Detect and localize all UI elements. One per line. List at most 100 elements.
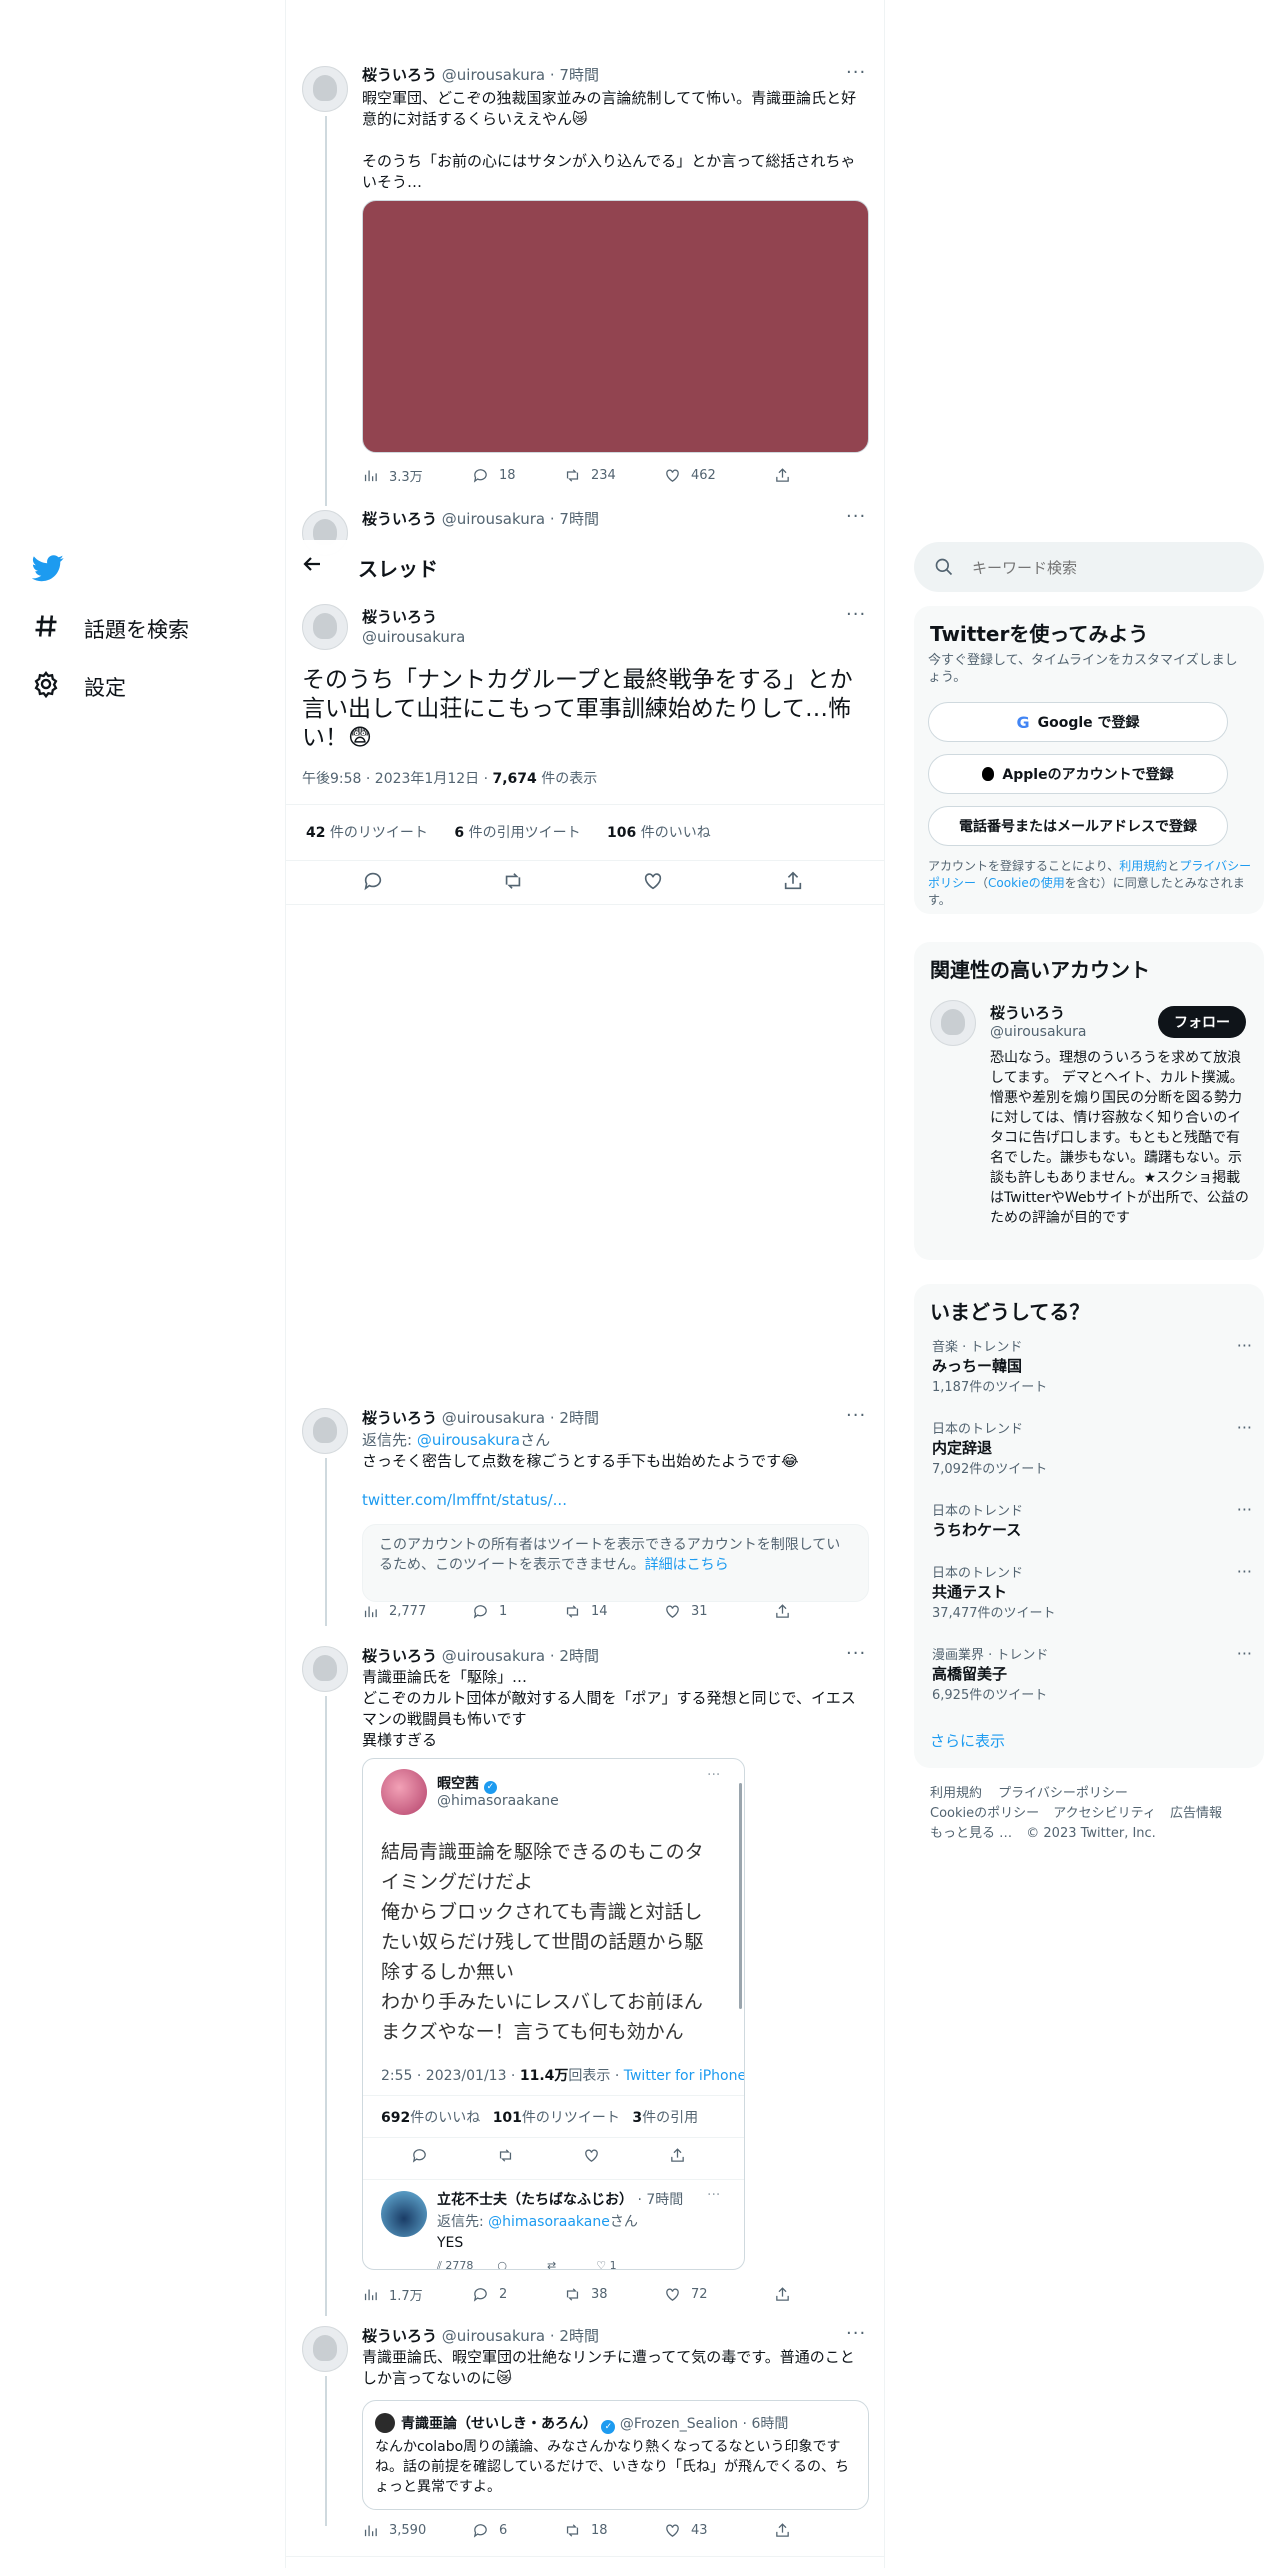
author-handle[interactable]: @uirousakura [442, 1647, 545, 1665]
tweet-link[interactable]: twitter.com/lmffnt/status/... [362, 1491, 567, 1509]
more-icon[interactable]: ··· [846, 2323, 866, 2344]
notice-link[interactable]: 詳細はこちら [645, 1557, 729, 1573]
author-name[interactable]: 桜ういろう [362, 2327, 437, 2345]
show-more-link[interactable]: さらに表示 [930, 1730, 1005, 1751]
twitter-logo-icon[interactable] [31, 552, 64, 584]
tweet-text: 暇空軍団、どこぞの独裁国家並みの言論統制してて怖い。青識亜論氏と好意的に対話する… [362, 89, 857, 191]
share-button[interactable] [782, 870, 804, 892]
reply-to-link[interactable]: @uirousakura [417, 1431, 520, 1449]
search-box[interactable] [914, 542, 1264, 592]
back-arrow-icon[interactable] [300, 552, 324, 576]
like-button[interactable]: 43 [664, 2522, 774, 2539]
apple-signup-button[interactable]: Appleのアカウントで登録 [928, 754, 1228, 794]
terms-link[interactable]: 利用規約 [1119, 859, 1167, 873]
avatar[interactable] [302, 66, 348, 112]
like-button[interactable]: 72 [664, 2285, 774, 2304]
avatar[interactable] [302, 604, 348, 650]
footer-more[interactable]: もっと見る … [930, 1826, 1012, 1841]
like-button[interactable] [642, 870, 782, 892]
more-icon[interactable]: ··· [1237, 1644, 1252, 1663]
reply-button[interactable] [362, 870, 502, 892]
embed-actions [411, 2147, 731, 2164]
more-icon[interactable]: ··· [846, 604, 866, 625]
nav-explore[interactable]: 話題を検索 [32, 612, 189, 645]
trend-item[interactable]: 日本のトレンド 共通テスト 37,477件のツイート ··· [932, 1562, 1252, 1621]
retweet-button[interactable] [502, 870, 642, 892]
avatar[interactable] [302, 1646, 348, 1692]
more-icon[interactable]: ··· [846, 1405, 866, 1426]
like-button[interactable]: 31 [664, 1603, 774, 1620]
retweet-button[interactable]: 18 [564, 2522, 664, 2539]
embedded-tweet[interactable]: 暇空茜 ✓ @himasoraakane ··· 結局青識亜論を駆除できるのもこ… [362, 1758, 745, 2270]
author-handle[interactable]: @uirousakura [442, 1409, 545, 1427]
more-icon[interactable]: ··· [1237, 1418, 1252, 1437]
search-input[interactable] [970, 554, 1244, 582]
related-handle[interactable]: @uirousakura [990, 1024, 1086, 1040]
trend-item[interactable]: 音楽 · トレンド みっちー韓国 1,187件のツイート ··· [932, 1336, 1252, 1395]
author-handle[interactable]: @uirousakura [442, 510, 545, 528]
footer-privacy[interactable]: プライバシーポリシー [998, 1786, 1128, 1801]
timestamp-text[interactable]: 午後9:58 · 2023年1月12日 · [302, 771, 493, 787]
retweet-button[interactable]: 38 [564, 2285, 664, 2304]
trend-item[interactable]: 日本のトレンド うちわケース ··· [932, 1500, 1252, 1540]
author-handle[interactable]: @uirousakura [442, 2327, 545, 2345]
views-button[interactable]: 3,590 [362, 2522, 472, 2539]
author-name[interactable]: 桜ういろう [362, 1647, 437, 1665]
more-icon[interactable]: ··· [1237, 1336, 1252, 1355]
tweet-time[interactable]: · 2時間 [550, 1647, 599, 1665]
likes-stat[interactable]: 106 件のいいね [607, 825, 711, 841]
more-icon[interactable]: ··· [846, 506, 866, 527]
tweet-time[interactable]: · 2時間 [550, 2327, 599, 2345]
author-name[interactable]: 桜ういろう [362, 606, 437, 627]
retweet-button[interactable]: 14 [564, 1603, 664, 1620]
footer-cookie[interactable]: Cookieのポリシー [930, 1806, 1039, 1821]
follow-button[interactable]: フォロー [1158, 1006, 1246, 1038]
more-icon[interactable]: ··· [1237, 1500, 1252, 1519]
nav-settings[interactable]: 設定 [32, 670, 126, 703]
embed-reply-to: 返信先: @himasoraakaneさん [437, 2214, 638, 2230]
heart-icon [583, 2147, 669, 2164]
author-name[interactable]: 桜ういろう [362, 510, 437, 528]
tweet-time[interactable]: · 7時間 [550, 510, 599, 528]
reply-button[interactable]: 1 [472, 1603, 564, 1620]
tweet-time[interactable]: · 7時間 [550, 66, 599, 84]
share-button[interactable] [774, 1603, 791, 1620]
trend-item[interactable]: 漫画業界 · トレンド 高橋留美子 6,925件のツイート ··· [932, 1644, 1252, 1703]
views-button[interactable]: 2,777 [362, 1603, 472, 1620]
tweet-time[interactable]: · 2時間 [550, 1409, 599, 1427]
share-button[interactable] [774, 2285, 791, 2304]
retweets-stat[interactable]: 42 件のリツイート [306, 825, 428, 841]
author-name[interactable]: 桜ういろう [362, 1409, 437, 1427]
footer-accessibility[interactable]: アクセシビリティ [1053, 1806, 1156, 1821]
author-handle[interactable]: @uirousakura [442, 66, 545, 84]
more-icon[interactable]: ··· [1237, 1562, 1252, 1581]
retweet-button[interactable]: 234 [564, 466, 664, 485]
share-button[interactable] [774, 466, 791, 485]
views-button[interactable]: 1.7万 [362, 2285, 472, 2304]
avatar[interactable] [930, 1000, 976, 1046]
avatar[interactable] [302, 1408, 348, 1454]
reply-button[interactable]: 2 [472, 2285, 564, 2304]
reply-button[interactable]: 6 [472, 2522, 564, 2539]
author-name[interactable]: 桜ういろう [362, 66, 437, 84]
more-icon[interactable]: ··· [846, 1643, 866, 1664]
related-name[interactable]: 桜ういろう [990, 1002, 1065, 1023]
cookie-link[interactable]: Cookieの使用 [988, 876, 1065, 890]
author-handle[interactable]: @uirousakura [362, 628, 465, 646]
reply-button[interactable]: 18 [472, 466, 564, 485]
quote-tweet[interactable]: 青識亜論（せいしき・あろん） ✓ @Frozen_Sealion · 6時間 な… [362, 2400, 869, 2510]
share-button[interactable] [774, 2522, 791, 2539]
heart-icon [666, 2288, 679, 2301]
thread-line [325, 1458, 327, 1626]
tweet-media[interactable] [362, 200, 869, 453]
google-signup-button[interactable]: G Google で登録 [928, 702, 1228, 742]
quotes-stat[interactable]: 6 件の引用ツイート [454, 825, 580, 841]
phone-signup-button[interactable]: 電話番号またはメールアドレスで登録 [928, 806, 1228, 846]
footer-terms[interactable]: 利用規約 [930, 1786, 982, 1801]
like-button[interactable]: 462 [664, 466, 774, 485]
views-button[interactable]: 3.3万 [362, 466, 472, 485]
avatar[interactable] [302, 2326, 348, 2372]
more-icon[interactable]: ··· [846, 62, 866, 83]
footer-ads[interactable]: 広告情報 [1170, 1806, 1222, 1821]
trend-item[interactable]: 日本のトレンド 内定辞退 7,092件のツイート ··· [932, 1418, 1252, 1477]
